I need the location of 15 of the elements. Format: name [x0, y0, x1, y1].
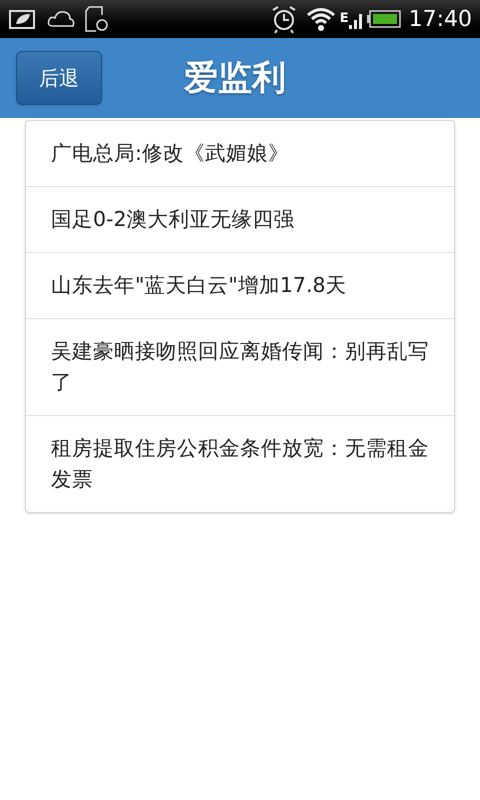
- back-button[interactable]: 后退: [16, 51, 102, 105]
- battery-icon: [366, 9, 401, 29]
- network-type: E: [340, 10, 349, 28]
- sd-card-sync-icon: [84, 5, 110, 33]
- news-item[interactable]: 吴建豪晒接吻照回应离婚传闻：别再乱写了: [26, 318, 454, 415]
- clock-time: 17:40: [408, 6, 472, 34]
- news-item[interactable]: 广电总局:修改《武媚娘》: [26, 121, 454, 186]
- leaf-card-icon: [8, 8, 38, 30]
- cloud-icon: [46, 8, 76, 30]
- news-item[interactable]: 租房提取住房公积金条件放宽：无需租金发票: [26, 415, 454, 512]
- alarm-clock-icon: [270, 4, 298, 34]
- wifi-icon: [306, 6, 336, 32]
- news-item[interactable]: 国足0-2澳大利亚无缘四强: [26, 186, 454, 252]
- page-title: 爱监利: [184, 56, 286, 100]
- news-item[interactable]: 山东去年"蓝天白云"增加17.8天: [26, 252, 454, 318]
